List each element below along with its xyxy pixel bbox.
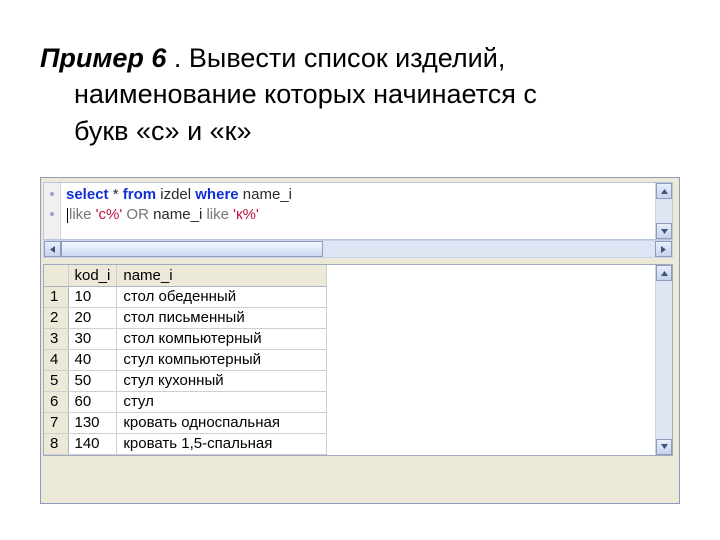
title-line3: букв «с» и «к» (40, 113, 680, 149)
cell-kod[interactable]: 10 (68, 286, 117, 307)
corner-cell[interactable] (44, 265, 68, 286)
scroll-up-icon[interactable] (656, 265, 672, 281)
row-header[interactable]: 4 (44, 349, 68, 370)
cell-name[interactable]: кровать односпальная (117, 412, 327, 433)
cell-kod[interactable]: 60 (68, 391, 117, 412)
column-header-name[interactable]: name_i (117, 265, 327, 286)
table-row[interactable]: 8140кровать 1,5-спальная (44, 433, 327, 454)
cell-kod[interactable]: 50 (68, 370, 117, 391)
column-header-kod[interactable]: kod_i (68, 265, 117, 286)
cell-kod[interactable]: 130 (68, 412, 117, 433)
cell-kod[interactable]: 20 (68, 307, 117, 328)
table-row[interactable]: 7130кровать односпальная (44, 412, 327, 433)
title-line1: Вывести список изделий, (189, 43, 505, 73)
sql-editor[interactable]: select * from izdel where name_i like 'с… (43, 182, 673, 240)
example-label: Пример 6 (40, 43, 166, 73)
row-header[interactable]: 5 (44, 370, 68, 391)
scroll-down-icon[interactable] (656, 223, 672, 239)
cell-name[interactable]: стул кухонный (117, 370, 327, 391)
cell-kod[interactable]: 30 (68, 328, 117, 349)
scroll-thumb[interactable] (61, 241, 323, 257)
cell-name[interactable]: стол обеденный (117, 286, 327, 307)
header-row: kod_i name_i (44, 265, 327, 286)
results-table: kod_i name_i 110стол обеденный220стол пи… (44, 265, 327, 455)
title-line2: наименование которых начинается с (40, 76, 680, 112)
cell-name[interactable]: стол письменный (117, 307, 327, 328)
row-header[interactable]: 2 (44, 307, 68, 328)
row-header[interactable]: 1 (44, 286, 68, 307)
table-row[interactable]: 660стул (44, 391, 327, 412)
table-row[interactable]: 550стул кухонный (44, 370, 327, 391)
sql-horizontal-scrollbar[interactable] (43, 240, 673, 258)
scroll-right-icon[interactable] (655, 241, 672, 257)
db-result-window: select * from izdel where name_i like 'с… (40, 177, 680, 504)
grid-vertical-scrollbar[interactable] (655, 265, 672, 455)
cell-kod[interactable]: 140 (68, 433, 117, 454)
cell-name[interactable]: стул компьютерный (117, 349, 327, 370)
scroll-up-icon[interactable] (656, 183, 672, 199)
scroll-left-icon[interactable] (44, 241, 61, 257)
row-header[interactable]: 6 (44, 391, 68, 412)
row-header[interactable]: 8 (44, 433, 68, 454)
results-grid[interactable]: kod_i name_i 110стол обеденный220стол пи… (43, 264, 673, 456)
sql-vertical-scrollbar[interactable] (655, 183, 672, 239)
row-header[interactable]: 3 (44, 328, 68, 349)
row-header[interactable]: 7 (44, 412, 68, 433)
table-row[interactable]: 440стул компьютерный (44, 349, 327, 370)
sql-text[interactable]: select * from izdel where name_i like 'с… (44, 183, 672, 227)
page-title: Пример 6 . Вывести список изделий, наиме… (40, 40, 680, 149)
title-dot: . (166, 43, 189, 73)
scroll-down-icon[interactable] (656, 439, 672, 455)
cell-kod[interactable]: 40 (68, 349, 117, 370)
table-row[interactable]: 220стол письменный (44, 307, 327, 328)
sql-gutter (44, 183, 61, 239)
table-row[interactable]: 110стол обеденный (44, 286, 327, 307)
scroll-track[interactable] (323, 241, 655, 257)
cell-name[interactable]: стол компьютерный (117, 328, 327, 349)
text-caret (67, 208, 68, 223)
table-row[interactable]: 330стол компьютерный (44, 328, 327, 349)
cell-name[interactable]: кровать 1,5-спальная (117, 433, 327, 454)
cell-name[interactable]: стул (117, 391, 327, 412)
